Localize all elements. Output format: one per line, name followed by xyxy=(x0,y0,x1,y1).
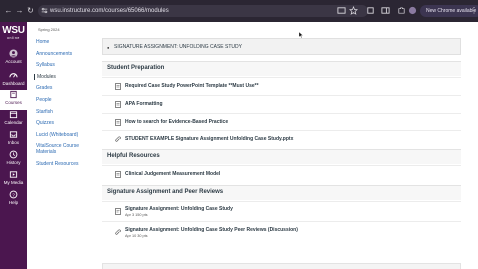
page-icon xyxy=(115,101,121,108)
section-header-signature-assignment: Signature Assignment and Peer Reviews xyxy=(102,185,461,200)
course-term: Spring 2024 xyxy=(38,27,60,32)
course-nav-lucid[interactable]: Lucid (Whiteboard) xyxy=(34,132,78,138)
calendar-icon xyxy=(9,111,18,119)
course-nav-syllabus[interactable]: Syllabus xyxy=(34,62,55,68)
module-item[interactable]: Signature Assignment: Unfolding Case Stu… xyxy=(102,201,461,221)
reload-icon[interactable]: ↻ xyxy=(26,6,35,15)
history-icon xyxy=(9,150,18,159)
module-title: SIGNATURE ASSIGNMENT: UNFOLDING CASE STU… xyxy=(114,44,242,50)
course-nav-home[interactable]: Home xyxy=(34,39,49,45)
section-header-helpful-resources: Helpful Resources xyxy=(102,149,461,164)
course-nav-quizzes[interactable]: Quizzes xyxy=(34,120,54,126)
gnav-help[interactable]: ? Help xyxy=(0,190,27,210)
course-nav-announcements[interactable]: Announcements xyxy=(34,51,72,57)
gnav-calendar[interactable]: Calendar xyxy=(0,110,27,130)
global-navigation: WSU online Account Dashboard Courses Cal… xyxy=(0,22,27,269)
inbox-icon xyxy=(9,131,18,138)
address-bar[interactable]: wsu.instructure.com/courses/65066/module… xyxy=(38,5,368,17)
gnav-inbox[interactable]: Inbox xyxy=(0,130,27,150)
module-item[interactable]: Signature Assignment: Unfolding Case Stu… xyxy=(102,221,461,243)
gnav-my-media[interactable]: My Media xyxy=(0,170,27,190)
course-content: Spring 2024 Home Announcements Syllabus … xyxy=(27,22,478,269)
course-nav-grades[interactable]: Grades xyxy=(34,85,52,91)
item-due-points: Apr 10 30 pts xyxy=(125,234,148,238)
item-due-points: Apr 3 150 pts xyxy=(125,213,148,217)
side-panel-icon[interactable] xyxy=(381,6,390,15)
module-item[interactable]: Clinical Judgement Measurement Model xyxy=(102,165,461,183)
dashboard-icon xyxy=(9,73,18,78)
discussion-icon xyxy=(115,229,121,235)
page-icon xyxy=(115,119,121,126)
course-nav-student-resources[interactable]: Student Resources xyxy=(34,161,79,167)
kebab-menu-icon[interactable]: ⋮ xyxy=(470,6,478,15)
gnav-account[interactable]: Account xyxy=(0,49,27,69)
module-item[interactable]: STUDENT EXAMPLE Signature Assignment Unf… xyxy=(102,130,461,148)
page-icon xyxy=(115,83,121,90)
extension-puzzle-icon[interactable] xyxy=(397,6,406,15)
collapse-bullet-icon[interactable]: ● xyxy=(107,45,109,50)
site-settings-icon[interactable] xyxy=(41,7,48,14)
courses-icon xyxy=(10,90,17,99)
back-icon[interactable]: ← xyxy=(4,6,13,15)
page-icon xyxy=(115,171,121,178)
extension-icon[interactable] xyxy=(366,6,375,15)
bookmark-star-icon[interactable] xyxy=(349,6,358,15)
media-icon xyxy=(9,171,18,178)
svg-text:?: ? xyxy=(12,192,15,197)
cast-icon[interactable] xyxy=(337,6,346,15)
attachment-icon xyxy=(115,136,121,142)
module-item[interactable]: How to search for Evidence-Based Practic… xyxy=(102,113,461,130)
account-icon xyxy=(9,49,18,58)
course-nav-modules[interactable]: Modules xyxy=(34,74,56,80)
gnav-courses[interactable]: Courses xyxy=(0,90,27,110)
module-item[interactable]: APA Formatting xyxy=(102,95,461,113)
assignment-icon xyxy=(115,208,121,215)
course-nav-people[interactable]: People xyxy=(34,97,52,103)
wsu-logo[interactable]: WSU online xyxy=(2,26,25,41)
url-text: wsu.instructure.com/courses/65066/module… xyxy=(50,8,169,14)
module-item[interactable]: Required Case Study PowerPoint Template … xyxy=(102,77,461,95)
help-icon: ? xyxy=(9,190,18,199)
section-header-student-preparation: Student Preparation xyxy=(102,61,461,76)
course-nav-vitalsource-cont[interactable]: Materials xyxy=(34,149,56,155)
module-header[interactable]: ● SIGNATURE ASSIGNMENT: UNFOLDING CASE S… xyxy=(102,38,461,55)
profile-avatar-icon[interactable] xyxy=(408,6,417,15)
course-nav-starfish[interactable]: Starfish xyxy=(34,109,53,115)
next-module-header[interactable] xyxy=(102,263,461,269)
mouse-cursor-icon xyxy=(299,32,303,38)
gnav-history[interactable]: History xyxy=(0,150,27,170)
forward-icon[interactable]: → xyxy=(15,6,24,15)
browser-toolbar: ← → ↻ wsu.instructure.com/courses/65066/… xyxy=(0,0,478,22)
gnav-dashboard[interactable]: Dashboard xyxy=(0,71,27,91)
